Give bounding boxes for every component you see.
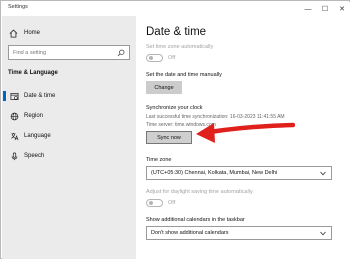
sidebar-item-label: Language <box>24 133 51 139</box>
sidebar-item-language[interactable]: Language <box>3 129 136 143</box>
auto-time-zone-label: Set time zone automatically <box>146 44 214 50</box>
window-title: Settings <box>8 4 28 10</box>
auto-time-zone-toggle[interactable] <box>146 54 163 62</box>
sidebar-item-label: Region <box>24 113 44 119</box>
time-zone-dropdown[interactable]: (UTC+05:30) Chennai, Kolkata, Mumbai, Ne… <box>146 166 332 180</box>
time-zone-value: (UTC+05:30) Chennai, Kolkata, Mumbai, Ne… <box>151 170 278 176</box>
active-indicator <box>3 91 6 101</box>
microphone-icon <box>9 151 19 161</box>
chevron-down-icon <box>320 171 326 176</box>
sidebar-home[interactable]: Home <box>8 26 40 40</box>
sidebar-section-title: Time & Language <box>8 70 58 76</box>
page-title: Date & time <box>146 26 207 38</box>
sync-now-button[interactable]: Sync now <box>146 131 192 144</box>
language-icon <box>9 131 19 141</box>
time-zone-label: Time zone <box>146 157 172 163</box>
calendars-value: Don't show additional calendars <box>151 230 229 236</box>
set-manually-label: Set the date and time manually <box>146 72 222 78</box>
sidebar-item-label: Date & time <box>24 93 56 99</box>
daylight-toggle[interactable] <box>146 199 163 207</box>
maximize-button[interactable]: ☐ <box>317 2 333 16</box>
globe-icon <box>9 111 19 121</box>
daylight-label: Adjust for daylight saving time automati… <box>146 189 253 195</box>
home-icon <box>8 28 18 38</box>
sidebar-item-label: Speech <box>24 153 45 159</box>
chevron-down-icon <box>320 231 326 236</box>
search-input[interactable]: Find a setting <box>8 45 130 60</box>
sidebar: Home Find a setting Time & Language Date… <box>2 16 136 259</box>
calendars-dropdown[interactable]: Don't show additional calendars <box>146 226 332 240</box>
close-button[interactable]: ✕ <box>334 2 350 16</box>
annotation-arrow-icon <box>196 122 295 143</box>
toggle-knob <box>149 201 153 205</box>
search-icon[interactable] <box>117 49 125 57</box>
sidebar-item-region[interactable]: Region <box>3 109 136 123</box>
minimize-button[interactable]: — <box>300 2 316 16</box>
change-button[interactable]: Change <box>146 81 182 94</box>
search-placeholder: Find a setting <box>13 49 47 56</box>
daylight-state: Off <box>168 200 176 206</box>
sync-heading: Synchronize your clock <box>146 105 203 111</box>
toggle-knob <box>149 56 153 60</box>
date-time-icon <box>9 91 19 101</box>
calendars-label: Show additional calendars in the taskbar <box>146 217 245 223</box>
settings-window: Settings — ☐ ✕ Home Find a setting Time … <box>0 0 350 259</box>
sidebar-item-date-time[interactable]: Date & time <box>3 89 136 103</box>
auto-time-zone-state: Off <box>168 55 176 61</box>
sidebar-item-speech[interactable]: Speech <box>3 149 136 163</box>
title-bar: Settings — ☐ ✕ <box>2 2 350 16</box>
sidebar-home-label: Home <box>24 30 41 36</box>
